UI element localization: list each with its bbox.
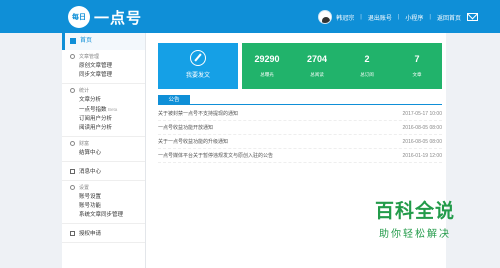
stat-label: 文章 (412, 72, 422, 77)
sidebar-item-account[interactable]: 账号设置 (70, 193, 145, 202)
watermark-subtitle: 助你轻松解决 (379, 229, 451, 240)
message-icon (70, 168, 75, 174)
sidebar-item-sync[interactable]: 同步文章管理 (70, 71, 145, 80)
stat-label: 总阅读 (310, 72, 324, 77)
notice-date: 2017-05-17 10:00 (402, 110, 442, 117)
watermark-title: 百科全说 (374, 201, 455, 222)
divider: | (397, 14, 400, 20)
auth-icon (70, 230, 75, 236)
stat-subscribers: 2 总订阅 (342, 43, 392, 89)
stat-label: 总订阅 (360, 72, 374, 77)
sidebar-item-label: 消息中心 (79, 169, 102, 175)
sidebar-item-home[interactable]: 首页 (62, 33, 145, 50)
post-article-button[interactable]: 我要发文 (158, 43, 238, 89)
logo[interactable]: 每日 一点号 (68, 6, 142, 28)
top-bar: 每日 一点号 韩冠宗 | 退出账号 | 小程序 | 返回首页 (0, 0, 500, 33)
divider: | (429, 14, 431, 20)
wealth-icon (70, 141, 75, 146)
notice-title[interactable]: 一点号收益功能开放通知 (158, 124, 213, 131)
stats-icon (70, 88, 75, 93)
post-label: 我要发文 (185, 73, 210, 79)
sidebar-group-wealth: 财富 结算中心 (62, 137, 145, 162)
sidebar-item-readers[interactable]: 阅读用户分析 (70, 124, 145, 133)
group-title: 统计 (79, 88, 90, 94)
sidebar-group-settings: 设置 账号设置 账号功能 系统文章同步管理 (62, 181, 145, 224)
settings-icon (70, 185, 75, 190)
divider (158, 104, 442, 105)
beta-badge: Beta (108, 107, 118, 112)
logo-badge: 每日 (68, 6, 90, 28)
sidebar-item-system-sync[interactable]: 系统文章同步管理 (70, 211, 145, 220)
group-title: 文章管理 (79, 54, 100, 60)
sidebar-item-subscribers[interactable]: 订阅用户分析 (70, 115, 145, 124)
stat-label: 总曝光 (260, 72, 274, 77)
notice-date: 2016-01-19 12:00 (402, 152, 442, 159)
article-icon (70, 54, 75, 59)
notice-date: 2016-08-05 08:00 (402, 124, 442, 131)
sidebar-item-features[interactable]: 账号功能 (70, 202, 145, 211)
sidebar-item-index[interactable]: 一点号指数 Beta (70, 105, 145, 115)
stat-value: 2 (364, 54, 370, 64)
list-item[interactable]: 关于一点号收益功能的升级通知 2016-08-05 08:00 (158, 135, 442, 149)
sidebar-group-stats: 统计 文章分析 一点号指数 Beta 订阅用户分析 阅读用户分析 (62, 84, 145, 137)
stat-exposure: 29290 总曝光 (242, 43, 292, 89)
sidebar-item-article-analysis[interactable]: 文章分析 (70, 96, 145, 105)
watermark: 百科全说 助你轻松解决 (360, 196, 470, 240)
stat-articles: 7 文章 (392, 43, 442, 89)
stat-reads: 2704 总阅读 (292, 43, 342, 89)
pen-icon (190, 50, 206, 66)
sidebar-item-original[interactable]: 原创文章管理 (70, 62, 145, 71)
sidebar-item-label: 授权申请 (79, 231, 102, 237)
username[interactable]: 韩冠宗 (336, 13, 354, 22)
avatar[interactable] (318, 10, 333, 24)
stat-value: 7 (414, 54, 420, 64)
mail-icon[interactable] (467, 13, 478, 21)
sidebar-item-auth[interactable]: 授权申请 (62, 224, 145, 243)
group-title: 设置 (79, 185, 90, 191)
notice-title[interactable]: 一点号媒体平台关于暂停违规发文与原创入驻的公告 (158, 152, 273, 159)
divider: | (360, 14, 362, 20)
logo-text: 一点号 (94, 9, 143, 27)
user-menu: 韩冠宗 | 退出账号 | 小程序 | 返回首页 (318, 10, 478, 24)
notice-title[interactable]: 关于一点号收益功能的升级通知 (158, 138, 228, 145)
group-title: 财富 (79, 141, 90, 147)
notice-title[interactable]: 关于被封禁一点号不支持提现的通知 (158, 110, 238, 117)
sidebar-item-messages[interactable]: 消息中心 (62, 162, 145, 181)
list-item[interactable]: 关于被封禁一点号不支持提现的通知 2017-05-17 10:00 (158, 107, 442, 121)
sidebar-item-settlement[interactable]: 结算中心 (70, 149, 145, 158)
notice-list: 关于被封禁一点号不支持提现的通知 2017-05-17 10:00 一点号收益功… (158, 107, 442, 163)
stat-value: 2704 (306, 54, 328, 64)
mini-program-link[interactable]: 小程序 (405, 13, 423, 22)
list-item[interactable]: 一点号收益功能开放通知 2016-08-05 08:00 (158, 121, 442, 135)
sidebar-item-label: 首页 (80, 38, 93, 44)
sidebar-group-articles: 文章管理 原创文章管理 同步文章管理 (62, 50, 145, 84)
home-icon (70, 38, 76, 44)
list-item[interactable]: 一点号媒体平台关于暂停违规发文与原创入驻的公告 2016-01-19 12:00 (158, 149, 442, 163)
stat-value: 29290 (254, 54, 280, 64)
stats-panel: 29290 总曝光 2704 总阅读 2 总订阅 7 文章 (242, 43, 442, 89)
notice-date: 2016-08-05 08:00 (402, 138, 442, 145)
quit-link[interactable]: 退出账号 (368, 13, 392, 22)
sidebar: 首页 文章管理 原创文章管理 同步文章管理 统计 文章分析 一点号指数 Beta… (62, 33, 146, 268)
back-home-link[interactable]: 返回首页 (437, 13, 461, 22)
